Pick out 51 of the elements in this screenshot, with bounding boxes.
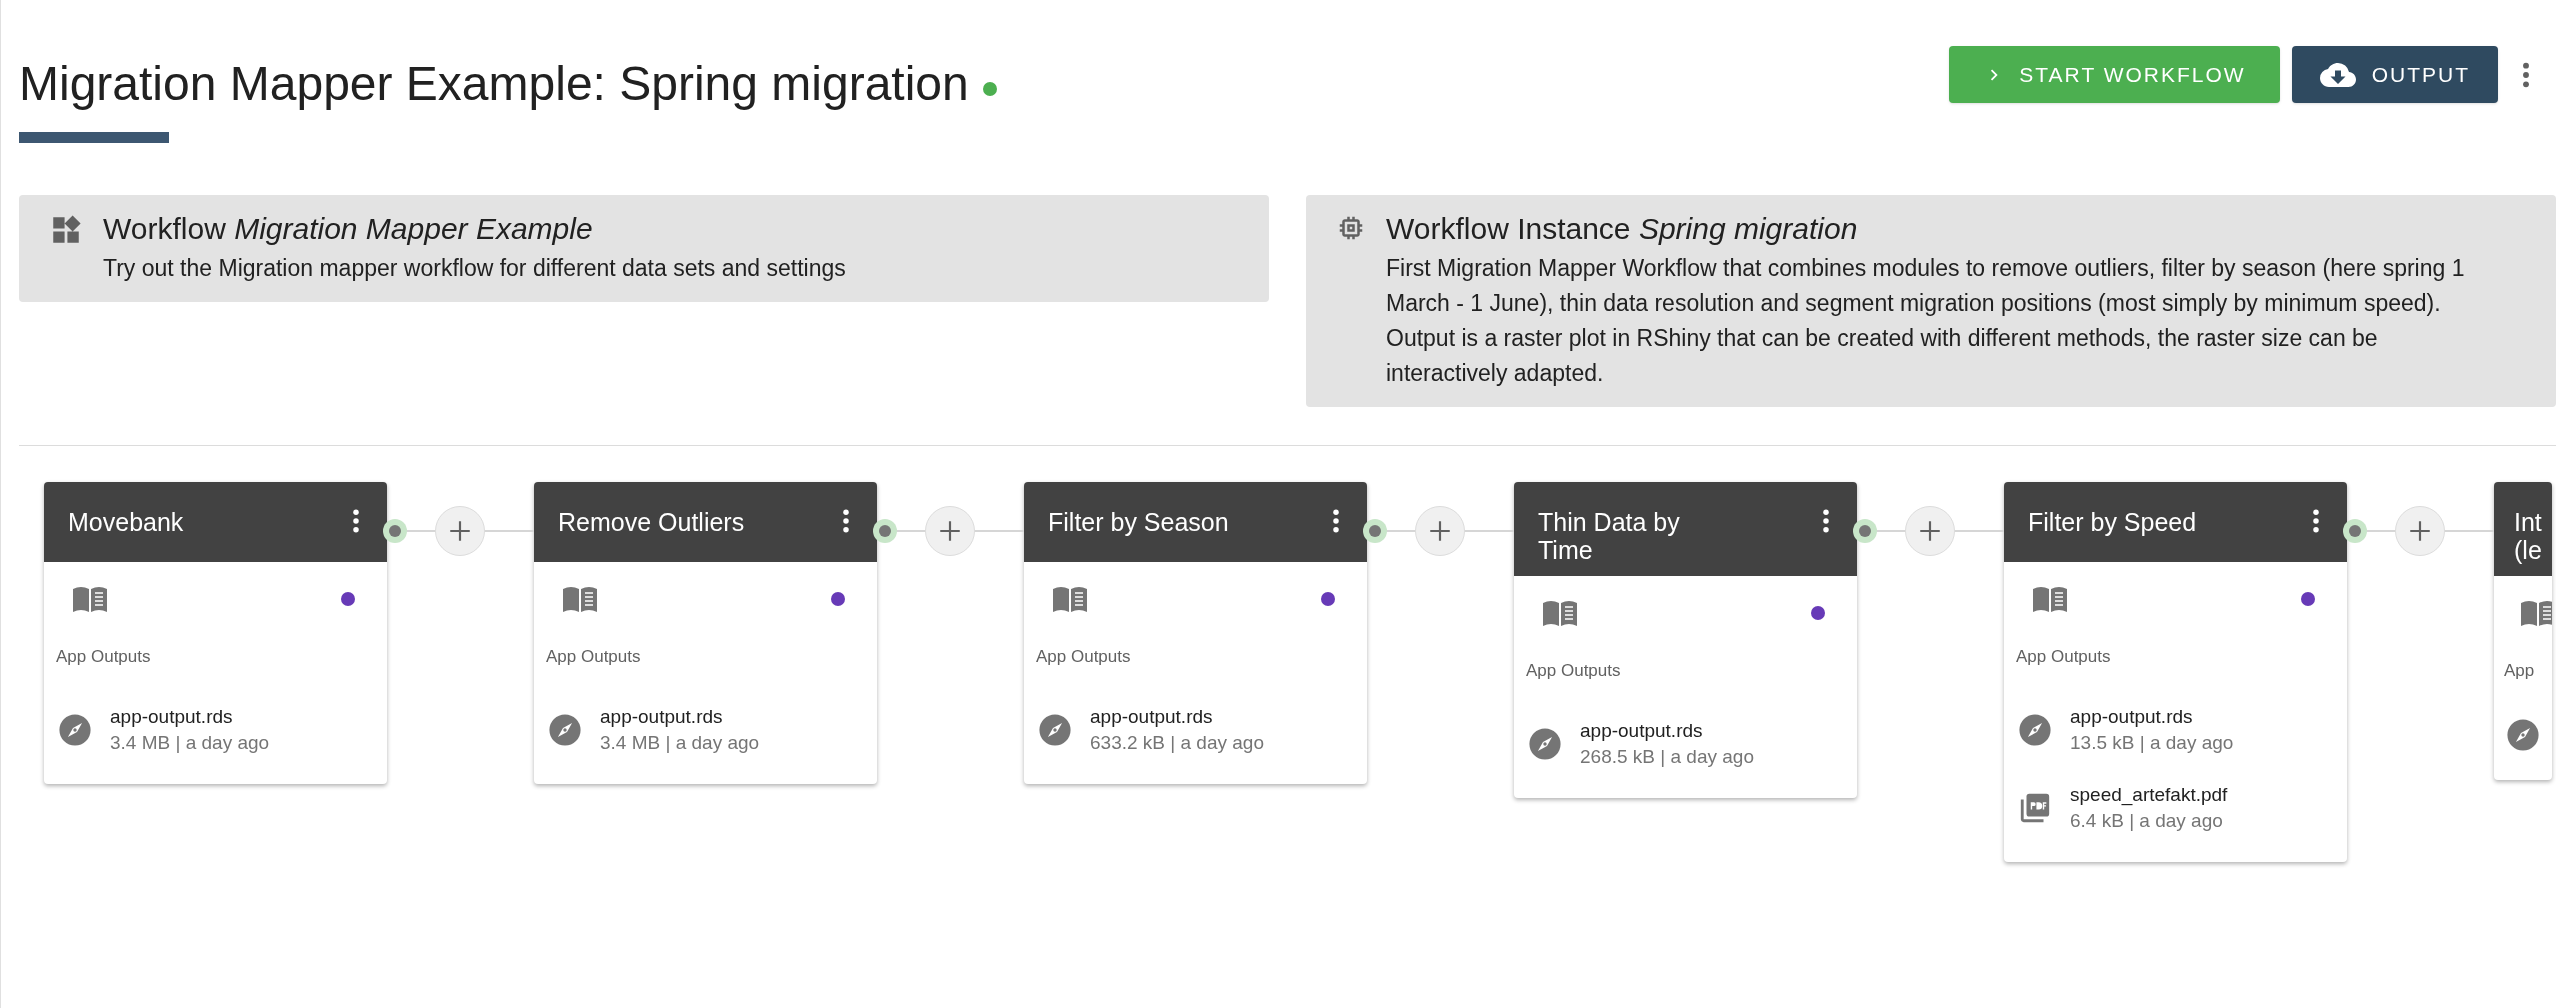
file-meta: 3.4 MB | a day ago [600,730,760,755]
add-app-button[interactable] [435,506,485,556]
add-app-button[interactable] [925,506,975,556]
book-icon [1541,598,1579,628]
file-meta: 13.5 kB | a day ago [2070,730,2234,755]
file-name[interactable]: app-output.rds [600,703,760,730]
info-card-title: Workflow Migration Mapper Example [103,211,594,247]
compass-icon [1528,726,1562,761]
file-name[interactable]: app-output.rds [110,703,270,730]
app-card-title: Filter by Speed [2028,507,2197,536]
plus-icon [2407,518,2433,544]
page-title: Migration Mapper Example: Spring migration [19,58,969,110]
file-name[interactable]: app-output.rds [2070,703,2234,730]
app-card-title: Movebank [68,507,184,536]
compass-icon [1038,712,1072,747]
app-card-title: Thin Data by Time [1538,507,1681,564]
plus-icon [1917,518,1943,544]
compass-icon [2018,712,2052,747]
output-button[interactable]: OUTPUT [2291,46,2498,103]
app-card-title: Remove Outliers [558,507,745,536]
book-icon [561,584,599,614]
app-card-title: Int (le [2514,507,2543,564]
compass-icon [548,712,582,747]
info-card-description: First Migration Mapper Workflow that combines modules to remove outliers, filter by season (here spring 1 March - 1 June), thin data resolution and segment migration positions (most simply by minimum speed). Output is a raster plot in RShiny that can be created with different methods, the raster size can be interactively adapted. [1386,254,2466,388]
add-app-button[interactable] [2395,506,2445,556]
info-card-description: Try out the Migration mapper workflow for different data sets and settings [103,254,846,283]
add-app-button[interactable] [1415,506,1465,556]
plus-icon [447,518,473,544]
plus-icon [937,518,963,544]
section-label: App Outputs [1036,646,1132,668]
section-label: App Outputs [1526,660,1622,682]
section-label: App Outputs [546,646,642,668]
info-card-title: Workflow Instance Spring migration [1386,211,1859,247]
plus-icon [1427,518,1453,544]
book-icon [71,584,109,614]
add-app-button[interactable] [1905,506,1955,556]
compass-icon [58,712,92,747]
file-meta: 6.4 kB | a day ago [2070,808,2224,833]
section-label: App Outputs [2016,646,2112,668]
file-meta: 3.4 MB | a day ago [110,730,270,755]
book-icon [2031,584,2069,614]
file-name[interactable]: app-output.rds [1580,717,1754,744]
book-icon [1051,584,1089,614]
section-label: App [2504,660,2536,682]
file-meta: 268.5 kB | a day ago [1580,744,1754,769]
section-label: App Outputs [56,646,152,668]
file-meta: 633.2 kB | a day ago [1090,730,1264,755]
file-name[interactable]: speed_artefakt.pdf [2070,781,2228,808]
compass-icon [2506,717,2540,752]
file-name[interactable]: app-output.rds [1090,703,1264,730]
app-card-title: Filter by Season [1048,507,1229,536]
